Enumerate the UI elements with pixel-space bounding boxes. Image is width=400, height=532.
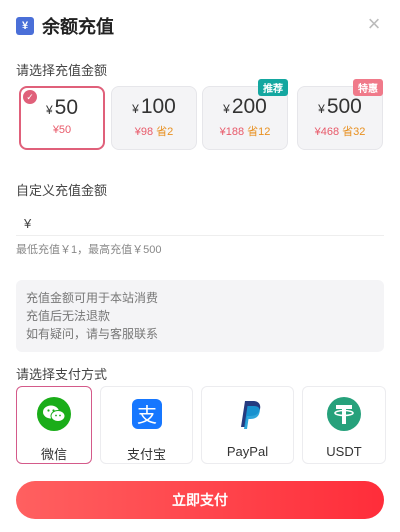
custom-amount-field[interactable]: ¥ [16, 212, 384, 236]
dialog-title: 余额充值 [42, 17, 114, 37]
amount-value: 50 [54, 96, 79, 119]
wallet-icon: ¥ [16, 17, 34, 35]
yen-symbol: ¥ [132, 102, 139, 116]
amount-price: ¥468 [314, 126, 340, 138]
amount-price: ¥50 [52, 124, 72, 136]
wechat-icon [37, 397, 71, 431]
amount-option-100[interactable]: ¥100 ¥98 省2 [111, 86, 197, 150]
amount-value: 100 [140, 95, 176, 118]
notice-box: 充值金额可用于本站消费 充值后无法退款 如有疑问，请与客服联系 [16, 280, 384, 352]
custom-amount-input[interactable] [35, 216, 384, 231]
payment-label: 微信 [40, 447, 67, 462]
usdt-icon [327, 397, 361, 431]
amount-save: 省2 [156, 126, 174, 138]
yen-symbol: ¥ [45, 103, 53, 117]
amount-value: 200 [231, 95, 267, 118]
payment-option-wechat[interactable]: 微信 [16, 386, 92, 464]
dialog-header: ¥ 余额充值 [0, 0, 400, 52]
recommend-tag: 推荐 [258, 79, 288, 96]
payment-option-alipay[interactable]: 支 支付宝 [100, 386, 193, 464]
amount-price: ¥188 [219, 126, 245, 138]
yen-prefix: ¥ [24, 216, 32, 231]
payment-option-paypal[interactable]: PayPal [201, 386, 294, 464]
special-tag: 特惠 [353, 79, 383, 96]
amount-value: 500 [326, 95, 362, 118]
amount-option-200[interactable]: 推荐 ¥200 ¥188 省12 [202, 79, 288, 150]
amount-save: 省12 [247, 126, 271, 138]
payment-label: PayPal [226, 444, 269, 459]
payment-label: USDT [326, 444, 362, 459]
amount-save: 省32 [342, 126, 366, 138]
alipay-icon: 支 [131, 399, 162, 429]
amount-option-500[interactable]: 特惠 ¥500 ¥468 省32 [297, 79, 383, 150]
pay-now-button[interactable]: 立即支付 [16, 481, 384, 519]
notice-line: 如有疑问，请与客服联系 [26, 327, 159, 341]
yen-symbol: ¥ [318, 102, 325, 116]
amount-limit-hint: 最低充值￥1，最高充值￥500 [16, 244, 162, 256]
notice-line: 充值后无法退款 [26, 309, 111, 323]
amount-price: ¥98 [134, 126, 154, 138]
amount-section-label: 请选择充值金额 [16, 63, 108, 78]
yen-symbol: ¥ [223, 102, 230, 116]
close-icon[interactable]: × [364, 13, 384, 35]
payment-section-label: 请选择支付方式 [16, 367, 108, 382]
svg-text:支: 支 [137, 403, 157, 427]
amount-option-50[interactable]: ✓ ¥50 ¥50 [19, 86, 105, 150]
paypal-icon [240, 401, 260, 429]
check-icon: ✓ [23, 90, 37, 104]
payment-label: 支付宝 [126, 447, 166, 462]
payment-option-usdt[interactable]: USDT [302, 386, 386, 464]
notice-line: 充值金额可用于本站消费 [26, 291, 159, 305]
custom-amount-label: 自定义充值金额 [16, 183, 108, 198]
